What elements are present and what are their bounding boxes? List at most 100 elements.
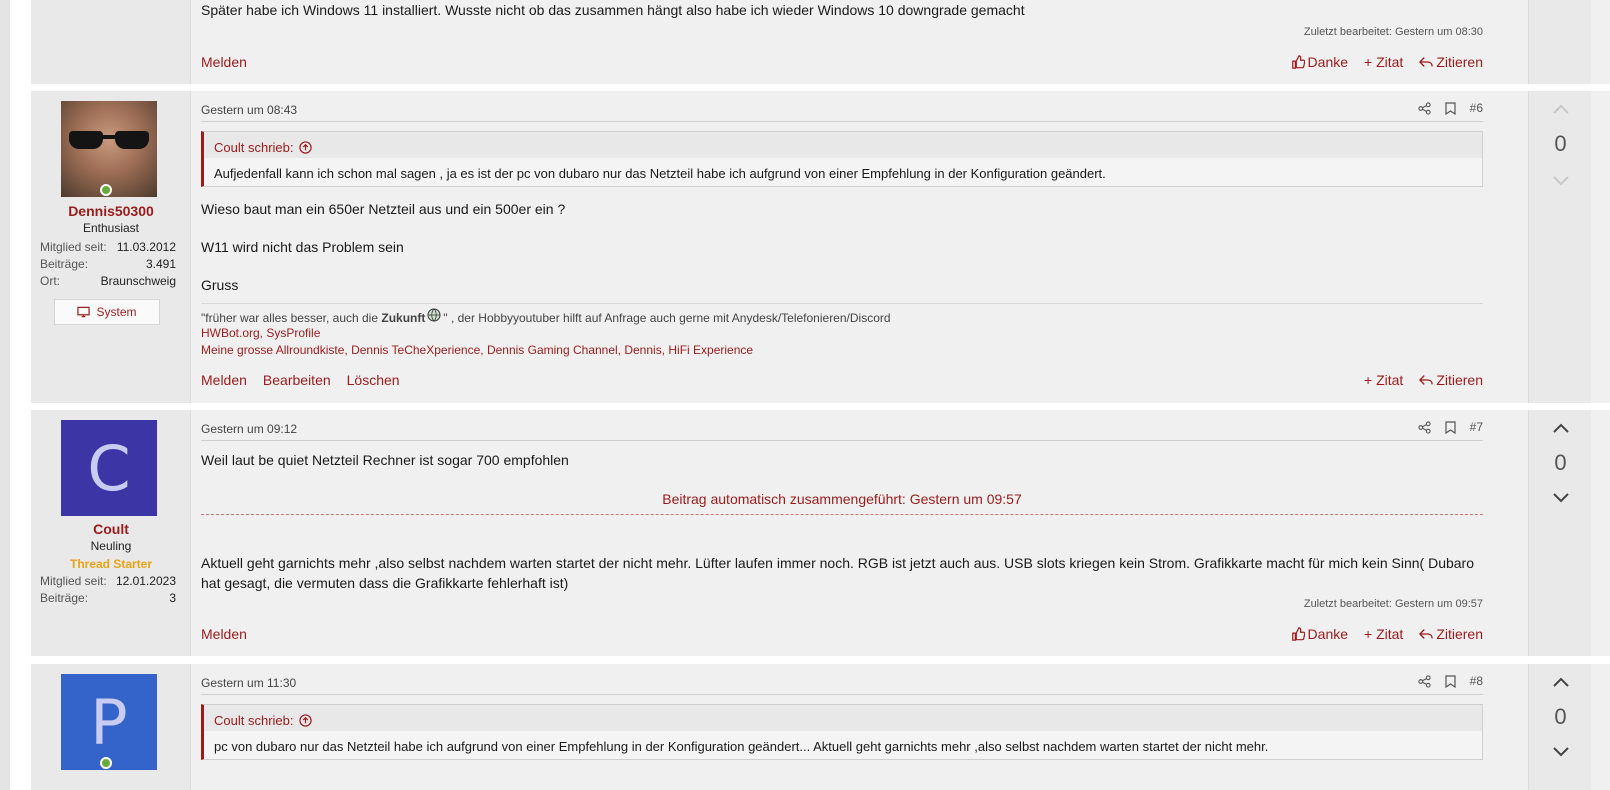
delete-link[interactable]: Löschen — [347, 372, 400, 388]
chevron-down-icon[interactable] — [1529, 488, 1592, 509]
report-link[interactable]: Melden — [201, 372, 247, 388]
report-link[interactable]: Melden — [201, 54, 247, 70]
avatar[interactable] — [61, 101, 157, 197]
username[interactable]: Coult — [31, 521, 191, 537]
post-8: P Gestern um 11:30 #8 Coult schrieb: pc … — [31, 664, 1610, 790]
reply-icon — [1419, 57, 1434, 67]
quote-header[interactable]: Coult schrieb: — [214, 713, 313, 728]
post-text: Später habe ich Windows 11 installiert. … — [201, 2, 1025, 18]
vote-count: 0 — [1554, 450, 1567, 475]
quote-block: Coult schrieb: Aufjedenfall kann ich sch… — [201, 131, 1483, 187]
vote-count: 0 — [1554, 704, 1567, 729]
quote-header[interactable]: Coult schrieb: — [214, 140, 313, 155]
stat-posts: Beiträge: 3 — [40, 591, 176, 605]
system-label: System — [96, 305, 137, 319]
post-text-line-1: Wieso baut man ein 650er Netzteil aus un… — [201, 201, 566, 217]
like-label: Danke — [1307, 54, 1349, 70]
quote-author: Coult schrieb: — [214, 713, 294, 728]
post-5: Später habe ich Windows 11 installiert. … — [31, 0, 1610, 84]
signature-links-2[interactable]: Meine grosse Allroundkiste, Dennis TeChe… — [201, 342, 753, 359]
username[interactable]: Dennis50300 — [31, 203, 191, 219]
reply-button[interactable]: Zitieren — [1419, 626, 1483, 642]
reply-label: Zitieren — [1436, 54, 1483, 70]
post-actions-left: Melden Bearbeiten Löschen — [201, 372, 400, 388]
post-actions-left: Melden — [201, 54, 247, 70]
edited-note: Zuletzt bearbeitet: Gestern um 08:30 — [1303, 26, 1483, 38]
post-7: C Coult Neuling Thread Starter Mitglied … — [31, 410, 1610, 656]
post-header-icons: #8 — [1418, 674, 1483, 688]
thread-starter-badge: Thread Starter — [69, 557, 153, 571]
vote-column: 0 — [1528, 410, 1591, 656]
reply-label: Zitieren — [1436, 626, 1483, 642]
post-number[interactable]: #7 — [1470, 420, 1483, 434]
chevron-up-icon[interactable] — [1529, 418, 1592, 439]
chevron-up-icon[interactable] — [1529, 672, 1592, 693]
edit-link[interactable]: Bearbeiten — [263, 372, 331, 388]
reply-label: Zitieren — [1436, 372, 1483, 388]
quote-author: Coult schrieb: — [214, 140, 294, 155]
avatar[interactable]: C — [61, 420, 157, 516]
avatar[interactable]: P — [61, 674, 157, 770]
stat-location: Ort: Braunschweig — [40, 274, 176, 288]
stat-member-since: Mitglied seit: 11.03.2012 — [40, 240, 176, 254]
online-indicator — [100, 184, 112, 196]
avatar-initial: C — [87, 431, 131, 505]
user-column: Dennis50300 Enthusiast Mitglied seit: 11.… — [31, 91, 191, 403]
report-link[interactable]: Melden — [201, 626, 247, 642]
monitor-icon — [77, 306, 91, 318]
post-content: Gestern um 08:43 #6 Coult schrieb: Aufje… — [201, 91, 1493, 403]
post-actions-right: Danke + Zitat Zitieren — [1291, 54, 1483, 70]
page-left-edge — [0, 0, 10, 790]
post-date[interactable]: Gestern um 11:30 — [201, 676, 296, 690]
post-actions-left: Melden — [201, 626, 247, 642]
merged-divider — [201, 514, 1483, 515]
quote-block: Coult schrieb: pc von dubaro nur das Net… — [201, 704, 1483, 760]
post-date[interactable]: Gestern um 09:12 — [201, 422, 297, 436]
reply-button[interactable]: Zitieren — [1419, 54, 1483, 70]
post-content: Gestern um 09:12 #7 Weil laut be quiet N… — [201, 410, 1493, 656]
bookmark-icon[interactable] — [1445, 674, 1456, 688]
post-text-line-2: W11 wird nicht das Problem sein — [201, 239, 404, 255]
quote-text: pc von dubaro nur das Netzteil habe ich … — [204, 731, 1482, 759]
reply-button[interactable]: Zitieren — [1419, 372, 1483, 388]
post-header-icons: #7 — [1418, 420, 1483, 434]
header-divider — [201, 440, 1483, 441]
post-actions-right: + Zitat Zitieren — [1364, 372, 1483, 388]
post-text-2: Aktuell geht garnichts mehr ,also selbst… — [201, 555, 1474, 591]
arrow-up-circle-icon — [299, 714, 313, 727]
chevron-down-icon[interactable] — [1529, 742, 1592, 763]
user-title: Enthusiast — [82, 221, 140, 235]
stat-posts: Beiträge: 3.491 — [40, 257, 176, 271]
vote-count: 0 — [1554, 131, 1567, 156]
share-icon[interactable] — [1418, 101, 1431, 115]
post-header-icons: #6 — [1418, 101, 1483, 115]
system-button[interactable]: System — [54, 299, 160, 325]
like-button[interactable]: Danke — [1291, 54, 1348, 70]
sunglasses-graphic — [69, 131, 149, 151]
user-column: C Coult Neuling Thread Starter Mitglied … — [31, 410, 191, 656]
signature-divider — [201, 303, 1483, 304]
add-quote-button[interactable]: + Zitat — [1364, 626, 1403, 642]
like-button[interactable]: Danke — [1291, 626, 1348, 642]
like-label: Danke — [1307, 626, 1349, 642]
chevron-down-icon[interactable] — [1529, 171, 1592, 192]
bookmark-icon[interactable] — [1445, 101, 1456, 115]
post-6: Dennis50300 Enthusiast Mitglied seit: 11.… — [31, 91, 1610, 403]
merged-notice: Beitrag automatisch zusammengeführt: Ges… — [662, 491, 1022, 507]
bookmark-icon[interactable] — [1445, 420, 1456, 434]
vote-column — [1528, 0, 1591, 84]
post-date[interactable]: Gestern um 08:43 — [201, 103, 297, 117]
signature-links-1[interactable]: HWBot.org, SysProfile — [201, 325, 320, 342]
share-icon[interactable] — [1418, 674, 1431, 688]
post-number[interactable]: #8 — [1470, 674, 1483, 688]
quote-text: Aufjedenfall kann ich schon mal sagen , … — [204, 158, 1482, 186]
user-column — [31, 0, 191, 84]
post-text-1: Weil laut be quiet Netzteil Rechner ist … — [201, 452, 569, 468]
thumbs-up-icon — [1291, 55, 1305, 69]
share-icon[interactable] — [1418, 420, 1431, 434]
post-number[interactable]: #6 — [1470, 101, 1483, 115]
chevron-up-icon[interactable] — [1529, 99, 1592, 120]
add-quote-button[interactable]: + Zitat — [1364, 54, 1403, 70]
header-divider — [201, 121, 1483, 122]
add-quote-button[interactable]: + Zitat — [1364, 372, 1403, 388]
